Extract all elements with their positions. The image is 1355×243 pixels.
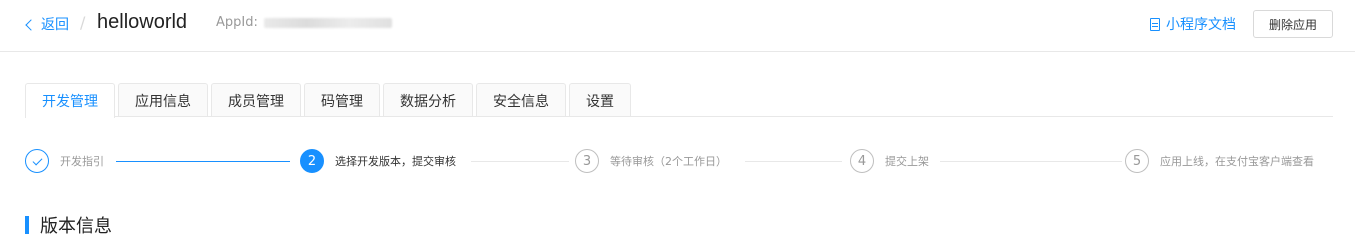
check-icon: [32, 155, 42, 165]
step-title: 提交上架: [885, 155, 929, 168]
docs-link-label: 小程序文档: [1166, 17, 1236, 33]
step-number: 4: [850, 149, 874, 173]
section-header: 版本信息: [25, 212, 112, 238]
step-4: 4 提交上架: [850, 149, 929, 173]
step-connector: [940, 161, 1122, 162]
tab-app-info[interactable]: 应用信息: [118, 83, 208, 117]
delete-app-button[interactable]: 删除应用: [1253, 10, 1333, 38]
appid-value-masked: [263, 17, 392, 28]
step-title: 选择开发版本，提交审核: [335, 155, 456, 168]
chevron-left-icon: [25, 18, 37, 31]
step-number: 3: [575, 149, 599, 173]
section-accent-bar: [25, 216, 29, 234]
step-connector: [745, 161, 842, 162]
appid: AppId:: [216, 15, 392, 30]
tab-code-management[interactable]: 码管理: [304, 83, 380, 117]
step-1: 开发指引: [25, 149, 104, 173]
tab-settings[interactable]: 设置: [569, 83, 631, 117]
app-name: helloworld: [97, 11, 188, 33]
step-connector: [471, 161, 569, 162]
breadcrumb-separator: /: [80, 13, 86, 32]
step-title: 应用上线，在支付宝客户端查看: [1160, 155, 1314, 168]
step-number: 5: [1125, 149, 1149, 173]
appid-label: AppId:: [216, 15, 258, 30]
step-status-circle: [25, 149, 49, 173]
back-link[interactable]: 返回: [25, 14, 69, 34]
progress-steps: 开发指引 2 选择开发版本，提交审核 3 等待审核（2个工作日） 4 提交上架 …: [25, 149, 1330, 175]
step-5: 5 应用上线，在支付宝客户端查看: [1125, 149, 1314, 173]
document-icon: [1150, 17, 1160, 31]
step-connector: [116, 161, 290, 162]
tab-data-analysis[interactable]: 数据分析: [383, 83, 473, 117]
tab-dev-management[interactable]: 开发管理: [25, 83, 115, 118]
section-title: 版本信息: [40, 216, 112, 237]
tab-member-management[interactable]: 成员管理: [211, 83, 301, 117]
mini-program-docs-link[interactable]: 小程序文档: [1150, 14, 1236, 34]
step-title: 开发指引: [60, 155, 104, 168]
step-3: 3 等待审核（2个工作日）: [575, 149, 727, 173]
step-title: 等待审核（2个工作日）: [610, 155, 727, 168]
page-header: 返回 / helloworld AppId: 小程序文档 删除应用: [0, 0, 1355, 52]
tab-security-info[interactable]: 安全信息: [476, 83, 566, 117]
back-label: 返回: [41, 17, 69, 33]
tab-bar-divider: [25, 116, 1333, 117]
step-2: 2 选择开发版本，提交审核: [300, 149, 456, 173]
step-number: 2: [300, 149, 324, 173]
tab-bar: 开发管理 应用信息 成员管理 码管理 数据分析 安全信息 设置: [25, 83, 634, 118]
